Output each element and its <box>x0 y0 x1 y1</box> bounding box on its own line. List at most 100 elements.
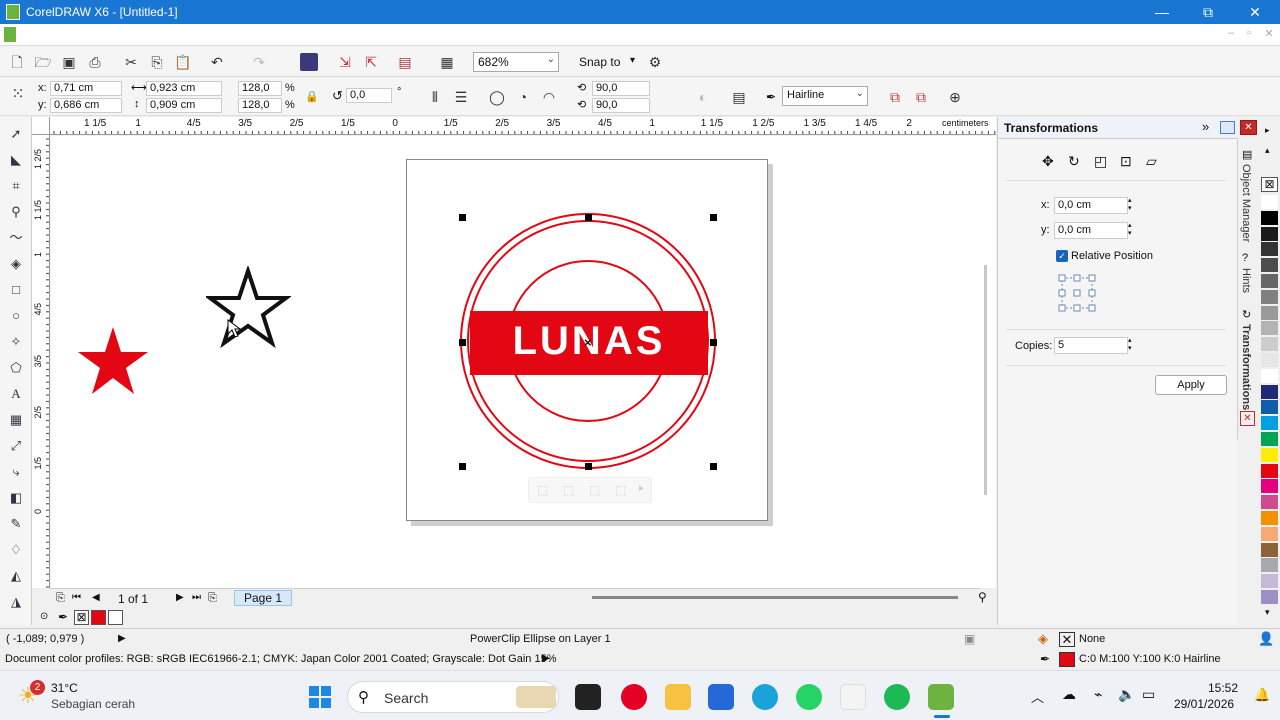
palette-color-swatch[interactable] <box>1261 495 1278 511</box>
tab-object-manager[interactable]: Object Manager <box>1240 164 1252 242</box>
open-folder-icon[interactable]: 🗁 <box>34 53 52 71</box>
table-tool-icon[interactable]: ▦ <box>7 411 25 429</box>
docker-close-icon[interactable]: ✕ <box>1240 120 1257 135</box>
palette-color-swatch[interactable] <box>1261 463 1278 479</box>
palette-color-swatch[interactable] <box>1261 226 1278 242</box>
task-view-icon[interactable] <box>575 684 601 710</box>
size-transform-icon[interactable]: ⊡ <box>1120 153 1132 170</box>
snipping-tool-icon[interactable] <box>840 684 866 710</box>
palette-color-swatch[interactable] <box>1261 400 1278 416</box>
lock-contents-icon[interactable]: ⬚ <box>615 483 626 497</box>
palette-color-swatch[interactable] <box>1261 447 1278 463</box>
text-tool-icon[interactable]: A <box>7 385 25 403</box>
close-button[interactable]: ✕ <box>1241 2 1269 22</box>
doc-minimize-button[interactable]: – <box>1224 27 1238 39</box>
more-icon[interactable]: ▸ <box>639 483 644 494</box>
y-spinner-icon[interactable]: ▴ ▾ <box>1128 222 1132 238</box>
no-fill-palette-swatch[interactable]: ⊠ <box>1261 177 1278 192</box>
selection-handle[interactable] <box>459 463 466 470</box>
rotate-transform-icon[interactable]: ↻ <box>1068 153 1080 170</box>
direction-icon[interactable]: ◐ <box>694 88 712 106</box>
notifications-icon[interactable]: 🔔 <box>1254 687 1270 703</box>
palette-color-swatch[interactable] <box>1261 289 1278 305</box>
palette-color-swatch[interactable] <box>1261 542 1278 558</box>
docker-expand-icon[interactable]: » <box>1202 119 1209 134</box>
outline-tool-icon[interactable]: ♢ <box>7 541 25 559</box>
file-explorer-icon[interactable] <box>665 684 691 710</box>
palette-flyout-icon[interactable]: ▴ <box>1265 145 1270 156</box>
object-origin-icon[interactable]: ⁙ <box>8 86 28 106</box>
x-position-field[interactable]: 0,71 cm <box>50 81 122 96</box>
microsoft-store-icon[interactable] <box>708 684 734 710</box>
palette-color-swatch[interactable] <box>1261 210 1278 226</box>
convert-to-curves-icon[interactable]: ⊕ <box>946 88 964 106</box>
relative-position-checkbox[interactable]: ✓ <box>1056 250 1068 262</box>
battery-icon[interactable]: ▭ <box>1142 686 1155 703</box>
palette-color-swatch[interactable] <box>1261 558 1278 574</box>
first-page-icon[interactable]: ⏮ <box>72 592 81 603</box>
application-launcher-icon[interactable]: ▤ <box>396 53 414 71</box>
copy-icon[interactable]: ⎘ <box>148 53 166 71</box>
restore-button[interactable]: ⧉ <box>1194 2 1222 22</box>
palette-color-swatch[interactable] <box>1261 305 1278 321</box>
pick-tool-icon[interactable]: ➚ <box>7 125 25 143</box>
red-color-swatch[interactable] <box>91 610 106 625</box>
to-front-icon[interactable]: ⧉ <box>886 88 904 106</box>
selection-handle[interactable] <box>710 339 717 346</box>
whatsapp-icon[interactable] <box>796 684 822 710</box>
apply-button[interactable]: Apply <box>1155 375 1227 395</box>
docker-y-field[interactable]: 0,0 cm <box>1054 222 1128 239</box>
palette-color-swatch[interactable] <box>1261 321 1278 337</box>
cut-icon[interactable]: ✂ <box>122 53 140 71</box>
save-icon[interactable]: ▣ <box>60 53 78 71</box>
select-contents-icon[interactable]: ⬚ <box>563 483 574 497</box>
user-icon[interactable]: 👤 <box>1258 631 1274 647</box>
doc-restore-button[interactable]: ▫ <box>1242 27 1256 39</box>
print-icon[interactable]: ⎙ <box>86 53 104 71</box>
vertical-scrollbar[interactable] <box>984 265 987 495</box>
options-icon[interactable]: ⚙ <box>646 53 664 71</box>
ruler-origin-icon[interactable] <box>32 117 50 135</box>
color-proof-icon[interactable]: ▣ <box>964 632 975 646</box>
scale-x-field[interactable]: 128,0 <box>238 81 282 96</box>
taskbar-search[interactable]: ⚲ Search <box>347 681 559 713</box>
volume-icon[interactable]: 🔈 <box>1118 686 1135 703</box>
docker-x-field[interactable]: 0,0 cm <box>1054 197 1128 214</box>
snap-chevron-icon[interactable]: ▾ <box>630 55 635 66</box>
arc-icon[interactable]: ◠ <box>540 88 558 106</box>
docker-tab-close-icon[interactable]: ✕ <box>1240 411 1255 426</box>
connector-tool-icon[interactable]: ⤷ <box>7 463 25 481</box>
basic-shapes-tool-icon[interactable]: ⬠ <box>7 359 25 377</box>
zoom-level-select[interactable]: 682% ⌄ <box>473 52 559 72</box>
horizontal-ruler[interactable]: 1 1/5 1 4/5 3/5 2/5 1/5 0 1/5 2/5 3/5 4/5 1 1 1/5 1 2… <box>50 117 996 135</box>
eyedropper-icon[interactable]: ✒ <box>58 610 68 624</box>
next-page-icon[interactable]: ▶ <box>176 592 184 603</box>
ellipse-icon[interactable]: ◯ <box>488 88 506 106</box>
white-color-swatch[interactable] <box>108 610 123 625</box>
scale-y-field[interactable]: 128,0 <box>238 98 282 113</box>
selection-handle[interactable] <box>459 339 466 346</box>
redo-icon[interactable]: ↷ <box>250 53 268 71</box>
rectangle-tool-icon[interactable]: □ <box>7 281 25 299</box>
windows-start-icon[interactable] <box>308 685 332 709</box>
drawing-canvas[interactable]: LUNAS × ⬚ ⬚ ⬚ ⬚ ▸ <box>51 136 996 588</box>
selection-handle[interactable] <box>710 463 717 470</box>
weather-desc[interactable]: Sebagian cerah <box>51 697 135 711</box>
outline-star[interactable] <box>206 266 291 358</box>
selection-handle[interactable] <box>710 214 717 221</box>
docker-minimize-icon[interactable] <box>1220 121 1235 134</box>
rotation-field[interactable]: 0,0 <box>346 88 392 103</box>
zoom-tool-icon[interactable]: ⚲ <box>7 203 25 221</box>
zoom-navigator-icon[interactable]: ⚲ <box>978 590 987 604</box>
palette-color-swatch[interactable] <box>1261 574 1278 590</box>
palette-color-swatch[interactable] <box>1261 479 1278 495</box>
start-angle-field[interactable]: 90,0 <box>592 81 650 96</box>
scale-transform-icon[interactable]: ◰ <box>1094 153 1107 170</box>
polygon-tool-icon[interactable]: ✧ <box>7 333 25 351</box>
palette-scroll-down-icon[interactable]: ▾ <box>1265 607 1270 618</box>
paste-icon[interactable]: 📋 <box>174 53 192 71</box>
ellipse-tool-icon[interactable]: ○ <box>7 307 25 325</box>
snap-to-dropdown[interactable]: Snap to <box>579 55 620 69</box>
fill-tool-icon[interactable]: ◭ <box>7 567 25 585</box>
width-field[interactable]: 0,923 cm <box>146 81 222 96</box>
